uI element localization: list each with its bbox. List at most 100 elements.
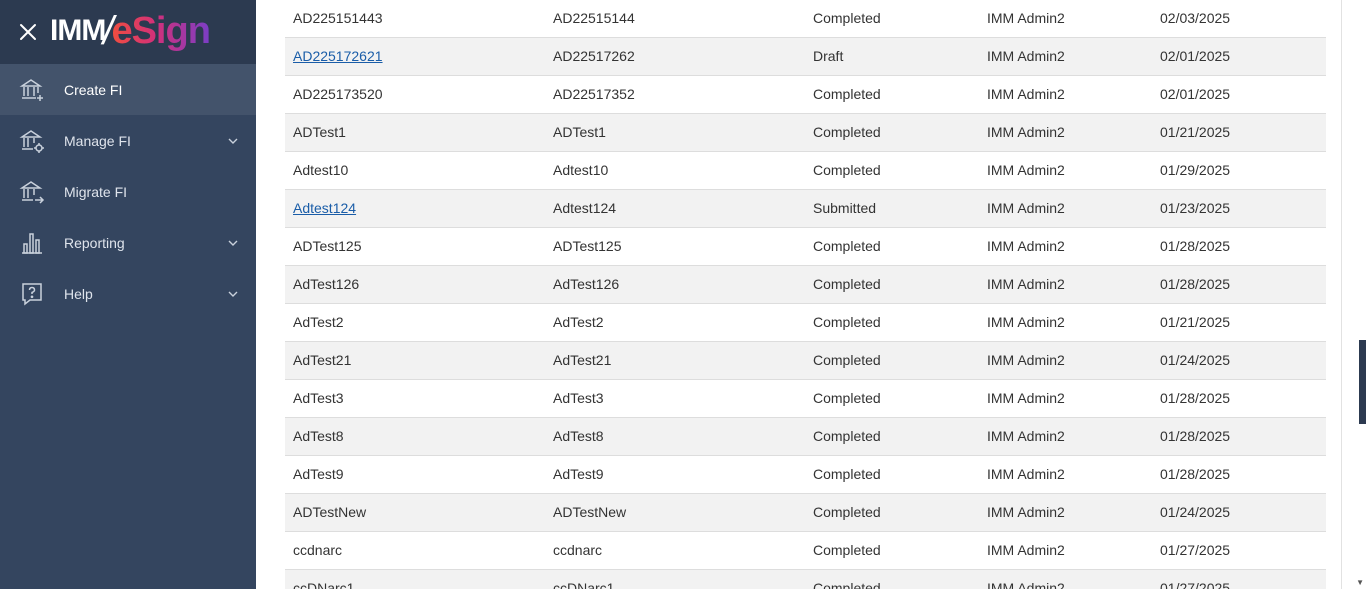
fi-table: AD225151443 AD22515144 Completed IMM Admin2… xyxy=(285,0,1326,589)
help-icon xyxy=(19,281,45,307)
fi-id-cell: AD22517352 xyxy=(553,86,635,102)
status-cell: Completed xyxy=(813,276,881,292)
status-cell: Completed xyxy=(813,580,881,589)
table-row[interactable]: AdTest2 AdTest2 Completed IMM Admin2 01/21/2… xyxy=(285,304,1326,342)
sidebar-item-reporting[interactable]: Reporting xyxy=(0,217,256,268)
fi-name-cell: AD225173520 xyxy=(293,86,383,102)
status-cell: Completed xyxy=(813,86,881,102)
close-icon[interactable] xyxy=(17,21,39,43)
fi-id-cell: Adtest124 xyxy=(553,200,617,216)
date-cell: 01/24/2025 xyxy=(1160,352,1231,368)
fi-name-cell: ADTest125 xyxy=(293,238,362,254)
bank-gear-icon xyxy=(19,128,45,154)
date-cell: 01/28/2025 xyxy=(1160,390,1231,406)
table-row[interactable]: AdTest126 AdTest126 Completed IMM Admin2 01/… xyxy=(285,266,1326,304)
logo-imm-text: IMM xyxy=(50,14,106,47)
table-row[interactable]: AD225151443 AD22515144 Completed IMM Admin2… xyxy=(285,0,1326,38)
sidebar-item-help[interactable]: Help xyxy=(0,268,256,319)
fi-id-cell: AD22517262 xyxy=(553,48,635,64)
table-row[interactable]: AdTest21 AdTest21 Completed IMM Admin2 01/24… xyxy=(285,342,1326,380)
brand-header: IMM / eSign xyxy=(0,0,256,64)
fi-name-cell[interactable]: Adtest124 xyxy=(293,190,356,227)
status-cell: Draft xyxy=(813,48,844,64)
table-row[interactable]: AdTest9 AdTest9 Completed IMM Admin2 01/28/2… xyxy=(285,456,1326,494)
sidebar: IMM / eSign Create FI Manage FI Migrate … xyxy=(0,0,256,589)
user-cell: IMM Admin2 xyxy=(987,314,1065,330)
fi-id-cell: ccDNarc1 xyxy=(553,580,615,589)
date-cell: 02/01/2025 xyxy=(1160,86,1231,102)
vertical-scrollbar[interactable]: ▼ xyxy=(1341,0,1366,589)
sidebar-item-label: Help xyxy=(64,285,93,302)
bar-chart-icon xyxy=(19,230,45,256)
sidebar-item-label: Create FI xyxy=(64,81,123,98)
date-cell: 01/28/2025 xyxy=(1160,238,1231,254)
fi-name-cell[interactable]: AD225172621 xyxy=(293,38,383,75)
user-cell: IMM Admin2 xyxy=(987,48,1065,64)
table-row[interactable]: ccdnarc ccdnarc Completed IMM Admin2 01/27/2… xyxy=(285,532,1326,570)
table-row[interactable]: ccDNarc1 ccDNarc1 Completed IMM Admin2 01/27… xyxy=(285,570,1326,589)
chevron-down-icon[interactable] xyxy=(227,135,239,147)
sidebar-item-label: Reporting xyxy=(64,234,125,251)
status-cell: Completed xyxy=(813,390,881,406)
scroll-down-arrow-icon[interactable]: ▼ xyxy=(1356,578,1364,587)
user-cell: IMM Admin2 xyxy=(987,390,1065,406)
status-cell: Completed xyxy=(813,504,881,520)
fi-name-cell: AdTest9 xyxy=(293,466,344,482)
status-cell: Completed xyxy=(813,542,881,558)
table-row[interactable]: AD225172621 AD22517262 Draft IMM Admin2 02/0… xyxy=(285,38,1326,76)
status-cell: Completed xyxy=(813,314,881,330)
scrollbar-thumb[interactable] xyxy=(1359,340,1366,424)
user-cell: IMM Admin2 xyxy=(987,86,1065,102)
fi-id-cell: AdTest21 xyxy=(553,352,612,368)
sidebar-item-create-fi[interactable]: Create FI xyxy=(0,64,256,115)
sidebar-item-manage-fi[interactable]: Manage FI xyxy=(0,115,256,166)
date-cell: 02/03/2025 xyxy=(1160,10,1231,26)
fi-id-cell: Adtest10 xyxy=(553,162,609,178)
status-cell: Completed xyxy=(813,466,881,482)
table-row[interactable]: Adtest124 Adtest124 Submitted IMM Admin2 01/… xyxy=(285,190,1326,228)
table-row[interactable]: Adtest10 Adtest10 Completed IMM Admin2 01/29… xyxy=(285,152,1326,190)
fi-id-cell: AD22515144 xyxy=(553,10,635,26)
user-cell: IMM Admin2 xyxy=(987,200,1065,216)
status-cell: Submitted xyxy=(813,200,877,216)
table-row[interactable]: AD225173520 AD22517352 Completed IMM Admin2… xyxy=(285,76,1326,114)
status-cell: Completed xyxy=(813,238,881,254)
date-cell: 01/28/2025 xyxy=(1160,466,1231,482)
table-row[interactable]: ADTest1 ADTest1 Completed IMM Admin2 01/21/2… xyxy=(285,114,1326,152)
fi-name-cell: AD225151443 xyxy=(293,10,383,26)
user-cell: IMM Admin2 xyxy=(987,352,1065,368)
fi-id-cell: AdTest8 xyxy=(553,428,604,444)
status-cell: Completed xyxy=(813,124,881,140)
date-cell: 01/27/2025 xyxy=(1160,542,1231,558)
chevron-down-icon[interactable] xyxy=(227,237,239,249)
fi-name-cell: AdTest3 xyxy=(293,390,344,406)
user-cell: IMM Admin2 xyxy=(987,504,1065,520)
date-cell: 02/01/2025 xyxy=(1160,48,1231,64)
sidebar-item-migrate-fi[interactable]: Migrate FI xyxy=(0,166,256,217)
fi-name-cell: ADTestNew xyxy=(293,504,367,520)
bank-arrow-icon xyxy=(19,179,45,205)
table-row[interactable]: AdTest3 AdTest3 Completed IMM Admin2 01/28/2… xyxy=(285,380,1326,418)
fi-id-cell: ADTest125 xyxy=(553,238,622,254)
fi-name-cell: AdTest2 xyxy=(293,314,344,330)
user-cell: IMM Admin2 xyxy=(987,542,1065,558)
user-cell: IMM Admin2 xyxy=(987,428,1065,444)
table-row[interactable]: ADTestNew ADTestNew Completed IMM Admin2 01/… xyxy=(285,494,1326,532)
user-cell: IMM Admin2 xyxy=(987,276,1065,292)
fi-id-cell: AdTest126 xyxy=(553,276,620,292)
date-cell: 01/23/2025 xyxy=(1160,200,1231,216)
chevron-down-icon[interactable] xyxy=(227,288,239,300)
date-cell: 01/27/2025 xyxy=(1160,580,1231,589)
status-cell: Completed xyxy=(813,352,881,368)
fi-id-cell: ADTest1 xyxy=(553,124,606,140)
date-cell: 01/21/2025 xyxy=(1160,124,1231,140)
user-cell: IMM Admin2 xyxy=(987,580,1065,589)
table-row[interactable]: ADTest125 ADTest125 Completed IMM Admin2 01/… xyxy=(285,228,1326,266)
date-cell: 01/29/2025 xyxy=(1160,162,1231,178)
app-logo: IMM / eSign xyxy=(50,6,211,56)
fi-name-cell: AdTest126 xyxy=(293,276,360,292)
status-cell: Completed xyxy=(813,10,881,26)
user-cell: IMM Admin2 xyxy=(987,124,1065,140)
table-row[interactable]: AdTest8 AdTest8 Completed IMM Admin2 01/28/2… xyxy=(285,418,1326,456)
user-cell: IMM Admin2 xyxy=(987,238,1065,254)
